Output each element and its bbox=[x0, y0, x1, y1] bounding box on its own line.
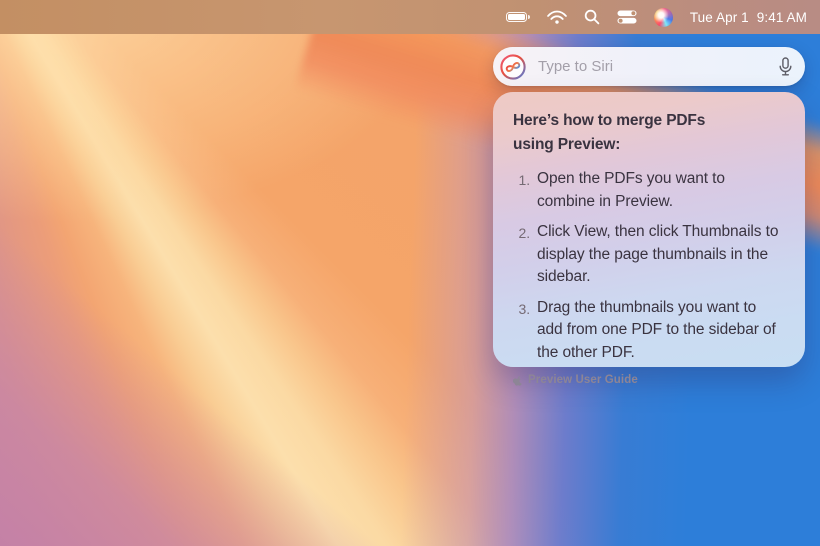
search-icon[interactable] bbox=[584, 9, 600, 25]
source-label: Preview User Guide bbox=[528, 374, 638, 386]
step-item: 2. Click View, then click Thumbnails tod… bbox=[513, 221, 789, 289]
menu-bar-time: 9:41 AM bbox=[757, 10, 807, 25]
battery-icon[interactable] bbox=[506, 12, 530, 23]
siri-text-input[interactable] bbox=[536, 57, 778, 76]
step-number: 3. bbox=[513, 297, 530, 365]
siri-menu-icon[interactable] bbox=[654, 8, 673, 27]
step-text: Drag the thumbnails you want toadd from … bbox=[537, 297, 776, 365]
step-number: 1. bbox=[513, 168, 530, 213]
step-item: 3. Drag the thumbnails you want toadd fr… bbox=[513, 297, 789, 365]
siri-response-card: Here’s how to merge PDFsusing Preview: 1… bbox=[493, 92, 805, 367]
wifi-icon[interactable] bbox=[547, 10, 567, 25]
menu-bar-date: Tue Apr 1 bbox=[690, 10, 749, 25]
control-center-icon[interactable] bbox=[617, 10, 637, 24]
siri-orb-icon bbox=[500, 54, 526, 80]
preview-user-guide-link[interactable]: Preview User Guide bbox=[513, 374, 789, 386]
menu-bar: Tue Apr 1 9:41 AM bbox=[0, 0, 820, 34]
apple-logo-icon bbox=[513, 374, 523, 386]
step-item: 1. Open the PDFs you want tocombine in P… bbox=[513, 168, 789, 213]
menu-bar-clock[interactable]: Tue Apr 1 9:41 AM bbox=[690, 10, 807, 25]
step-number: 2. bbox=[513, 221, 530, 289]
steps-list: 1. Open the PDFs you want tocombine in P… bbox=[513, 168, 789, 364]
card-heading: Here’s how to merge PDFsusing Preview: bbox=[513, 109, 789, 157]
microphone-icon[interactable] bbox=[778, 57, 793, 77]
step-text: Click View, then click Thumbnails todisp… bbox=[537, 221, 778, 289]
siri-input-bar[interactable] bbox=[493, 47, 805, 86]
step-text: Open the PDFs you want tocombine in Prev… bbox=[537, 168, 725, 213]
